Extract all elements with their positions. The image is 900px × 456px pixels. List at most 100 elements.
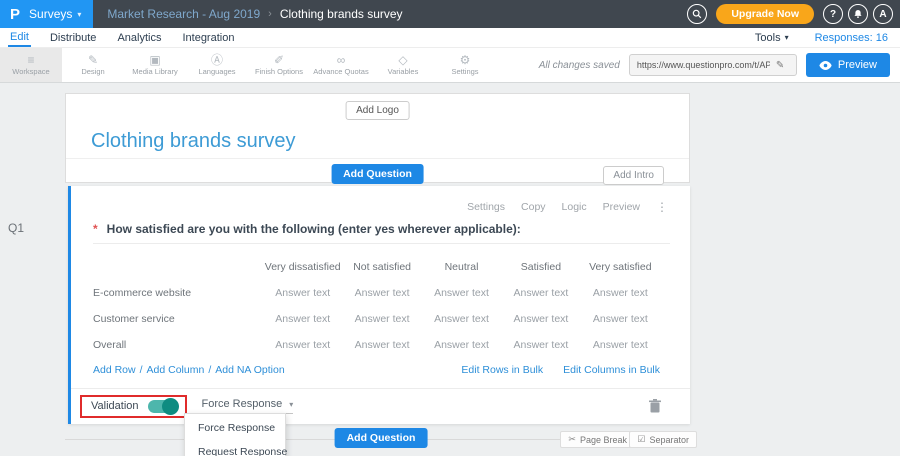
toolbar-right: All changes saved ✎ Preview	[539, 48, 900, 82]
product-switcher[interactable]: P Surveys ▾	[0, 0, 93, 28]
delete-question-button[interactable]	[649, 399, 661, 413]
toolbar-item-languages[interactable]: Ⓐ Languages	[186, 48, 248, 82]
answer-cell[interactable]: Answer text	[342, 313, 421, 325]
add-question-button-bottom[interactable]: Add Question	[335, 428, 428, 448]
toolbar-item-advance-quotas[interactable]: ∞ Advance Quotas	[310, 48, 372, 82]
answer-cell[interactable]: Answer text	[581, 287, 660, 299]
toolbar-item-settings[interactable]: ⚙ Settings	[434, 48, 496, 82]
search-icon	[692, 9, 702, 19]
nav-right: Tools ▾ Responses: 16	[755, 28, 900, 47]
answer-cell[interactable]: Answer text	[342, 287, 421, 299]
survey-url-box: ✎	[629, 54, 797, 76]
help-button[interactable]: ?	[823, 4, 843, 24]
question-copy-link[interactable]: Copy	[521, 201, 546, 213]
row-label[interactable]: Overall	[93, 339, 263, 351]
trash-icon	[649, 399, 661, 413]
column-header[interactable]: Very dissatisfied	[263, 261, 342, 273]
toolbar-item-media-library[interactable]: ▣ Media Library	[124, 48, 186, 82]
response-type-menu: Force Response Request Response	[184, 413, 286, 456]
toggle-knob	[162, 398, 179, 415]
responses-count[interactable]: Responses: 16	[815, 32, 888, 44]
chevron-down-icon: ▾	[785, 33, 789, 42]
menu-item-force-response[interactable]: Force Response	[185, 416, 285, 440]
tab-distribute[interactable]: Distribute	[48, 28, 98, 47]
question-text-row: * How satisfied are you with the followi…	[93, 222, 670, 236]
answer-cell[interactable]: Answer text	[263, 287, 342, 299]
add-row-link[interactable]: Add Row	[93, 364, 136, 376]
add-question-button-top[interactable]: Add Question	[331, 164, 424, 184]
edit-columns-bulk-link[interactable]: Edit Columns in Bulk	[563, 364, 660, 376]
survey-title[interactable]: Clothing brands survey	[91, 130, 296, 153]
row-label[interactable]: E-commerce website	[93, 287, 263, 299]
row-label[interactable]: Customer service	[93, 313, 263, 325]
answer-cell[interactable]: Answer text	[501, 313, 580, 325]
toolbar-item-finish-options[interactable]: ✐ Finish Options	[248, 48, 310, 82]
answer-cell[interactable]: Answer text	[422, 313, 501, 325]
save-status: All changes saved	[539, 60, 620, 71]
tag-icon: ◇	[398, 54, 407, 66]
question-settings-link[interactable]: Settings	[467, 201, 505, 213]
eye-icon	[819, 61, 832, 70]
survey-header-card: Add Logo Clothing brands survey Add Ques…	[65, 93, 690, 183]
question-text[interactable]: How satisfied are you with the following…	[107, 222, 521, 236]
tab-analytics[interactable]: Analytics	[115, 28, 163, 47]
bell-icon	[853, 9, 863, 19]
validation-row: Validation Force Response ▾	[80, 392, 670, 420]
column-header[interactable]: Neutral	[422, 261, 501, 273]
toolbar-item-workspace[interactable]: ≡ Workspace	[0, 48, 62, 82]
toolbar-item-design[interactable]: ✎ Design	[62, 48, 124, 82]
more-options-icon[interactable]: ⋮	[656, 200, 668, 214]
add-na-option-link[interactable]: Add NA Option	[215, 364, 284, 376]
tab-edit[interactable]: Edit	[8, 28, 31, 47]
column-header[interactable]: Very satisfied	[581, 261, 660, 273]
toolbar-item-variables[interactable]: ◇ Variables	[372, 48, 434, 82]
tools-menu[interactable]: Tools ▾	[755, 32, 789, 44]
preview-button[interactable]: Preview	[806, 53, 890, 77]
edit-url-icon[interactable]: ✎	[770, 60, 790, 71]
column-header[interactable]: Satisfied	[501, 261, 580, 273]
answer-cell[interactable]: Answer text	[581, 313, 660, 325]
separator-button[interactable]: ☑ Separator	[629, 431, 697, 448]
add-column-link[interactable]: Add Column	[147, 364, 205, 376]
toolbar: ≡ Workspace ✎ Design ▣ Media Library Ⓐ L…	[0, 48, 900, 83]
avatar[interactable]: A	[873, 4, 893, 24]
breadcrumb-current: Clothing brands survey	[280, 7, 403, 21]
upgrade-now-button[interactable]: Upgrade Now	[716, 4, 814, 24]
add-intro-button[interactable]: Add Intro	[603, 166, 664, 185]
page-break-button[interactable]: ✂ Page Break	[560, 431, 635, 448]
notifications-button[interactable]	[848, 4, 868, 24]
add-logo-button[interactable]: Add Logo	[345, 101, 410, 120]
question-card: Settings Copy Logic Preview ⋮ * How sati…	[68, 186, 690, 424]
menu-item-request-response[interactable]: Request Response	[185, 440, 285, 456]
palette-icon: ✎	[88, 54, 98, 66]
page-break-icon: ✂	[568, 434, 576, 445]
table-edit-links: Add Row / Add Column / Add NA Option Edi…	[93, 364, 660, 376]
topbar: P Surveys ▾ Market Research - Aug 2019 ›…	[0, 0, 900, 28]
edit-rows-bulk-link[interactable]: Edit Rows in Bulk	[461, 364, 543, 376]
tab-integration[interactable]: Integration	[180, 28, 236, 47]
gear-icon: ⚙	[460, 54, 471, 66]
matrix-table: Very dissatisfied Not satisfied Neutral …	[93, 254, 660, 358]
answer-cell[interactable]: Answer text	[263, 339, 342, 351]
validation-highlight-annotation: Validation	[80, 395, 187, 418]
breadcrumb-folder[interactable]: Market Research - Aug 2019	[107, 7, 260, 21]
answer-cell[interactable]: Answer text	[501, 339, 580, 351]
search-button[interactable]	[687, 4, 707, 24]
answer-cell[interactable]: Answer text	[501, 287, 580, 299]
matrix-header-row: Very dissatisfied Not satisfied Neutral …	[93, 254, 660, 280]
question-logic-link[interactable]: Logic	[562, 201, 587, 213]
wand-icon: ✐	[274, 54, 284, 66]
validation-toggle[interactable]	[148, 400, 177, 413]
answer-cell[interactable]: Answer text	[422, 339, 501, 351]
response-type-dropdown[interactable]: Force Response ▾	[202, 398, 294, 414]
answer-cell[interactable]: Answer text	[342, 339, 421, 351]
matrix-row: E-commerce website Answer text Answer te…	[93, 280, 660, 306]
links-icon: ∞	[337, 54, 346, 66]
answer-cell[interactable]: Answer text	[263, 313, 342, 325]
answer-cell[interactable]: Answer text	[581, 339, 660, 351]
product-label: Surveys ▾	[29, 7, 81, 21]
column-header[interactable]: Not satisfied	[342, 261, 421, 273]
survey-url-input[interactable]	[630, 60, 770, 70]
answer-cell[interactable]: Answer text	[422, 287, 501, 299]
question-preview-link[interactable]: Preview	[603, 201, 640, 213]
